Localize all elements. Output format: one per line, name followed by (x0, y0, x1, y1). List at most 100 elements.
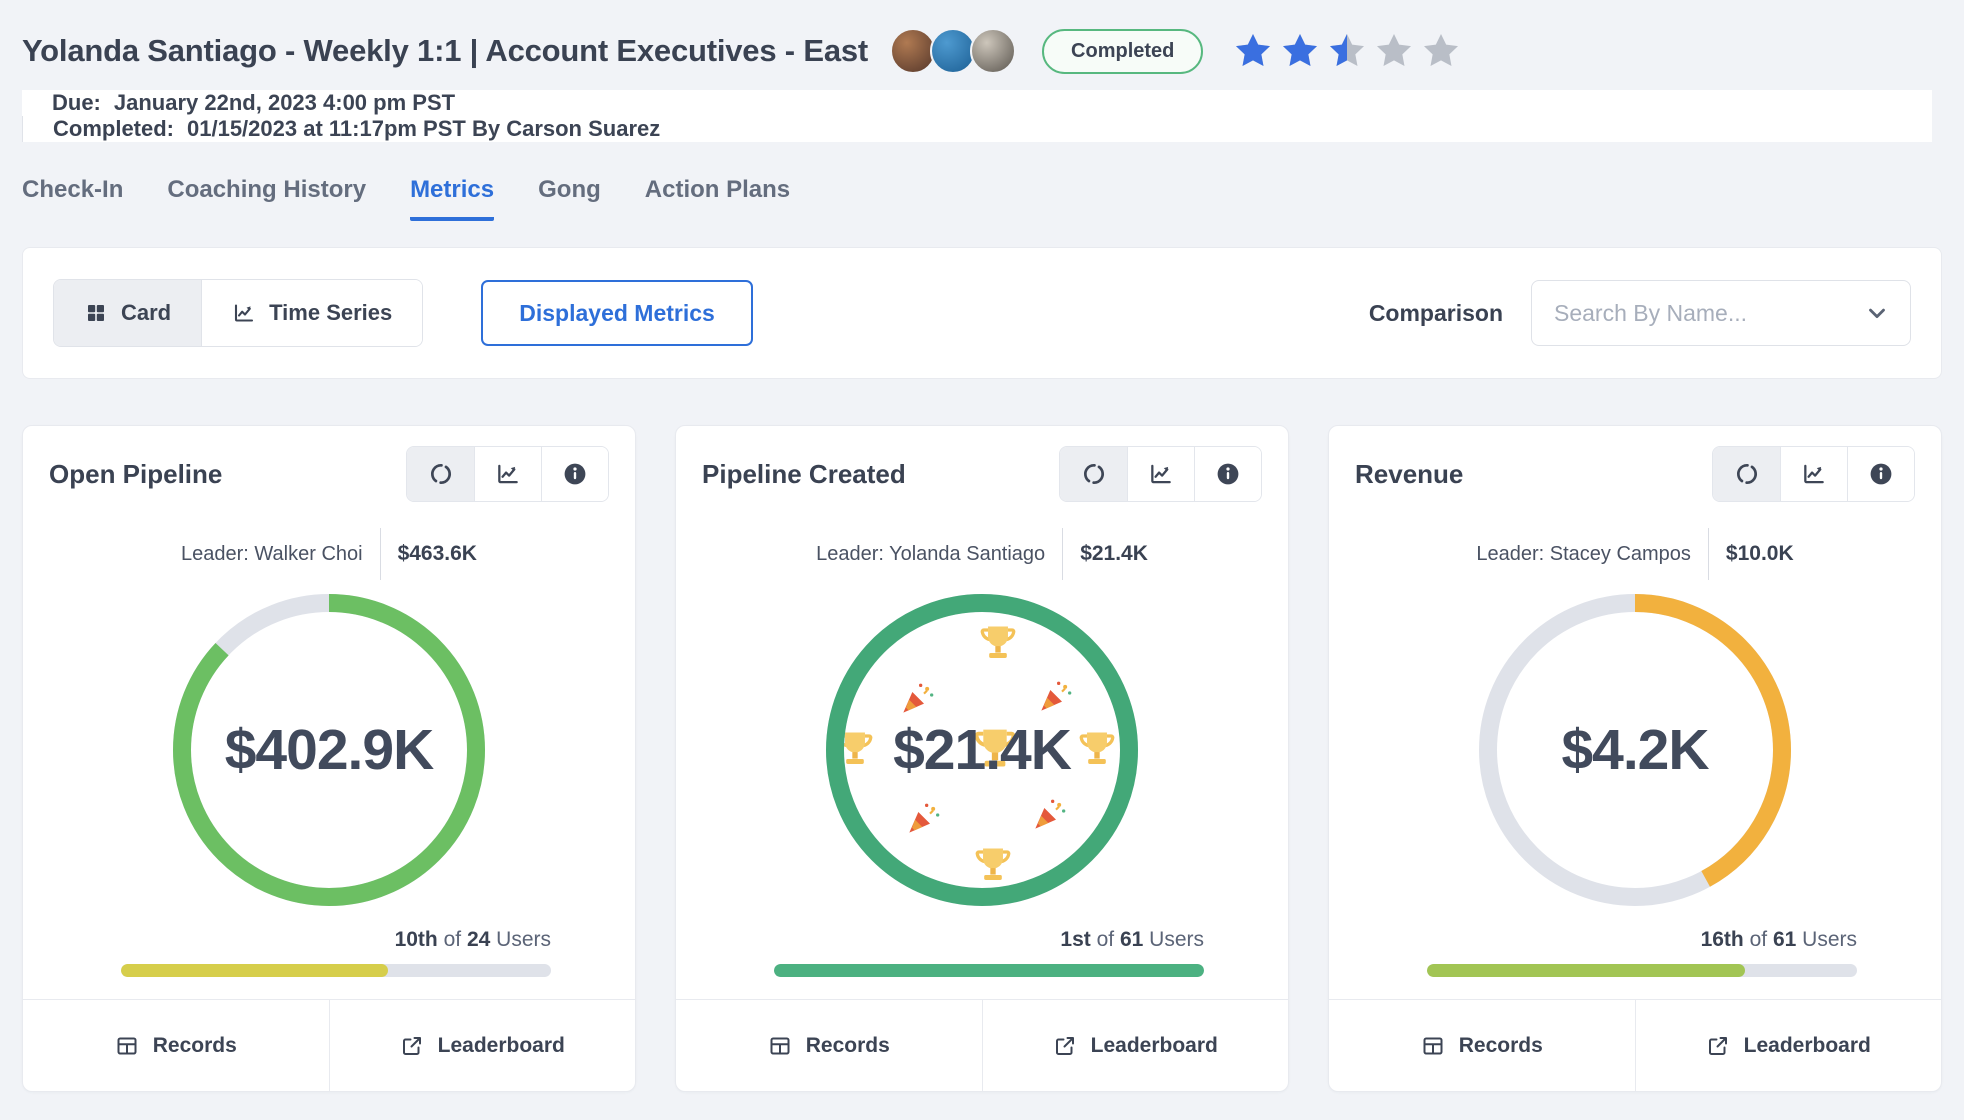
rank-progress-track (121, 964, 551, 977)
metric-cards: Open Pipeline Leader: Walker Choi $463.6… (0, 379, 1964, 1092)
external-link-icon (400, 1034, 424, 1058)
leader-value: $463.6K (398, 542, 477, 566)
trend-view-button[interactable] (1780, 447, 1847, 501)
line-chart-icon (1801, 461, 1827, 487)
trend-view-button[interactable] (474, 447, 541, 501)
records-button[interactable]: Records (676, 1000, 982, 1091)
page-title: Yolanda Santiago - Weekly 1:1 | Account … (22, 33, 868, 69)
comparison-label: Comparison (1369, 300, 1503, 327)
tab-gong[interactable]: Gong (538, 176, 601, 221)
star-icon[interactable] (1280, 31, 1320, 71)
metric-card-open-pipeline: Open Pipeline Leader: Walker Choi $463.6… (22, 425, 636, 1092)
gauge-chart: $21.4K (826, 594, 1138, 906)
metric-value: $21.4K (826, 594, 1138, 906)
metric-value: $4.2K (1479, 594, 1791, 906)
donut-chart-icon (1081, 461, 1107, 487)
info-button[interactable] (1194, 447, 1261, 501)
view-toggle-card[interactable]: Card (54, 280, 201, 346)
card-view-controls (406, 446, 609, 502)
divider (1708, 528, 1709, 580)
leaderboard-button[interactable]: Leaderboard (329, 1000, 636, 1091)
leader-value: $10.0K (1726, 542, 1794, 566)
star-icon[interactable] (1421, 31, 1461, 71)
tab-coaching-history[interactable]: Coaching History (167, 176, 366, 221)
rank-progress-fill (1427, 964, 1745, 977)
rank-text: 16th of 61 Users (1355, 928, 1915, 952)
tab-check-in[interactable]: Check-In (22, 176, 123, 221)
info-icon (1868, 461, 1894, 487)
leaderboard-label: Leaderboard (438, 1034, 565, 1058)
page-header: Yolanda Santiago - Weekly 1:1 | Account … (0, 0, 1964, 142)
rank-users-label: Users (496, 928, 551, 951)
star-icon[interactable] (1233, 31, 1273, 71)
line-chart-icon (232, 301, 256, 325)
divider (1062, 528, 1063, 580)
rank-progress-track (1427, 964, 1857, 977)
rank-progress-track (774, 964, 1204, 977)
info-icon (562, 461, 588, 487)
metric-card-revenue: Revenue Leader: Stacey Campos $10.0K $4.… (1328, 425, 1942, 1092)
gauge-chart: $4.2K (1479, 594, 1791, 906)
card-title: Revenue (1355, 459, 1463, 490)
star-icon[interactable] (1327, 31, 1367, 71)
status-badge: Completed (1042, 29, 1203, 74)
due-value: January 22nd, 2023 4:00 pm PST (114, 90, 455, 116)
rank-total: 61 (1120, 928, 1143, 951)
grid-icon (84, 301, 108, 325)
meeting-meta: Due: January 22nd, 2023 4:00 pm PST Comp… (22, 90, 1942, 142)
rank-preposition: of (1750, 928, 1768, 951)
comparison-select[interactable]: Search By Name... (1531, 280, 1911, 346)
avatar[interactable] (970, 28, 1016, 74)
records-button[interactable]: Records (1329, 1000, 1635, 1091)
rank-preposition: of (1097, 928, 1115, 951)
leader-value: $21.4K (1080, 542, 1148, 566)
donut-view-button[interactable] (407, 447, 474, 501)
records-label: Records (1459, 1034, 1543, 1058)
line-chart-icon (1148, 461, 1174, 487)
line-chart-icon (495, 461, 521, 487)
table-icon (1421, 1034, 1445, 1058)
rank-preposition: of (444, 928, 462, 951)
leaderboard-button[interactable]: Leaderboard (1635, 1000, 1942, 1091)
view-toggle: Card Time Series (53, 279, 423, 347)
tab-metrics[interactable]: Metrics (410, 176, 494, 221)
view-toggle-time-series[interactable]: Time Series (201, 280, 422, 346)
records-button[interactable]: Records (23, 1000, 329, 1091)
leaderboard-button[interactable]: Leaderboard (982, 1000, 1289, 1091)
rank-position: 10th (395, 928, 438, 951)
rank-users-label: Users (1149, 928, 1204, 951)
card-title: Open Pipeline (49, 459, 222, 490)
records-label: Records (806, 1034, 890, 1058)
rank-total: 61 (1773, 928, 1796, 951)
leaderboard-label: Leaderboard (1744, 1034, 1871, 1058)
tab-action-plans[interactable]: Action Plans (645, 176, 790, 221)
info-button[interactable] (541, 447, 608, 501)
donut-view-button[interactable] (1713, 447, 1780, 501)
card-footer: Records Leaderboard (1329, 999, 1941, 1091)
rank-total: 24 (467, 928, 490, 951)
card-footer: Records Leaderboard (23, 999, 635, 1091)
star-rating[interactable] (1233, 31, 1461, 71)
trend-view-button[interactable] (1127, 447, 1194, 501)
leader-label: Leader: Yolanda Santiago (816, 543, 1045, 566)
rank-users-label: Users (1802, 928, 1857, 951)
leaderboard-label: Leaderboard (1091, 1034, 1218, 1058)
tab-bar: Check-In Coaching History Metrics Gong A… (0, 142, 1964, 221)
table-icon (768, 1034, 792, 1058)
card-view-controls (1712, 446, 1915, 502)
info-button[interactable] (1847, 447, 1914, 501)
donut-view-button[interactable] (1060, 447, 1127, 501)
displayed-metrics-button[interactable]: Displayed Metrics (481, 280, 753, 346)
rank-progress-fill (774, 964, 1204, 977)
donut-chart-icon (428, 461, 454, 487)
completed-label: Completed: (53, 116, 174, 142)
card-footer: Records Leaderboard (676, 999, 1288, 1091)
card-title: Pipeline Created (702, 459, 906, 490)
metrics-toolbar: Card Time Series Displayed Metrics Compa… (22, 247, 1942, 379)
leader-label: Leader: Walker Choi (181, 543, 363, 566)
due-label: Due: (52, 90, 101, 116)
rank-progress-fill (121, 964, 388, 977)
donut-chart-icon (1734, 461, 1760, 487)
view-toggle-time-series-label: Time Series (269, 300, 392, 326)
star-icon[interactable] (1374, 31, 1414, 71)
